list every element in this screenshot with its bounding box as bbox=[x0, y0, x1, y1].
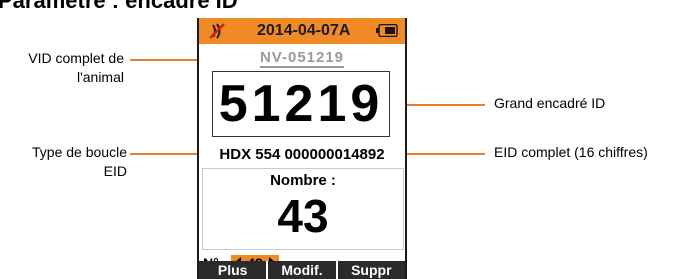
callout-vid-line-2: l'animal bbox=[76, 69, 124, 85]
count-box: Nombre : 43 bbox=[202, 168, 404, 250]
status-bar: 2014-04-07A bbox=[199, 18, 405, 44]
page-heading: Paramètre : encadré ID bbox=[0, 0, 238, 13]
battery-icon bbox=[376, 24, 398, 37]
visual-id-text: NV-051219 bbox=[259, 49, 345, 68]
softkey-delete[interactable]: Suppr bbox=[335, 261, 405, 279]
count-value: 43 bbox=[277, 190, 329, 242]
callout-tag-type-line-1: Type de boucle bbox=[32, 144, 127, 160]
callout-large-id: Grand encadré ID bbox=[494, 95, 606, 111]
callout-vid: VID complet de l'animal bbox=[0, 49, 124, 87]
softkey-modify[interactable]: Modif. bbox=[266, 261, 335, 279]
count-label: Nombre : bbox=[270, 172, 336, 189]
leader-large-id bbox=[395, 104, 485, 106]
callout-vid-line-1: VID complet de bbox=[28, 50, 124, 66]
nfc-off-icon bbox=[209, 23, 225, 39]
callout-full-eid: EID complet (16 chiffres) bbox=[494, 144, 648, 160]
softkey-bar: Plus Modif. Suppr bbox=[199, 261, 405, 279]
leader-full-eid bbox=[398, 153, 485, 155]
status-date: 2014-04-07A bbox=[257, 22, 351, 39]
eid-line: HDX 554 000000014892 bbox=[219, 146, 385, 163]
device-screen: 2014-04-07A NV-051219 51219 HDX 554 0000… bbox=[197, 18, 407, 279]
large-id-number: 51219 bbox=[218, 75, 384, 133]
large-id-box: 51219 bbox=[212, 71, 390, 137]
visual-id: NV-051219 bbox=[199, 49, 405, 68]
callout-tag-type-line-2: EID bbox=[103, 163, 127, 179]
softkey-plus[interactable]: Plus bbox=[199, 261, 266, 279]
callout-tag-type: Type de boucle EID bbox=[0, 143, 127, 181]
